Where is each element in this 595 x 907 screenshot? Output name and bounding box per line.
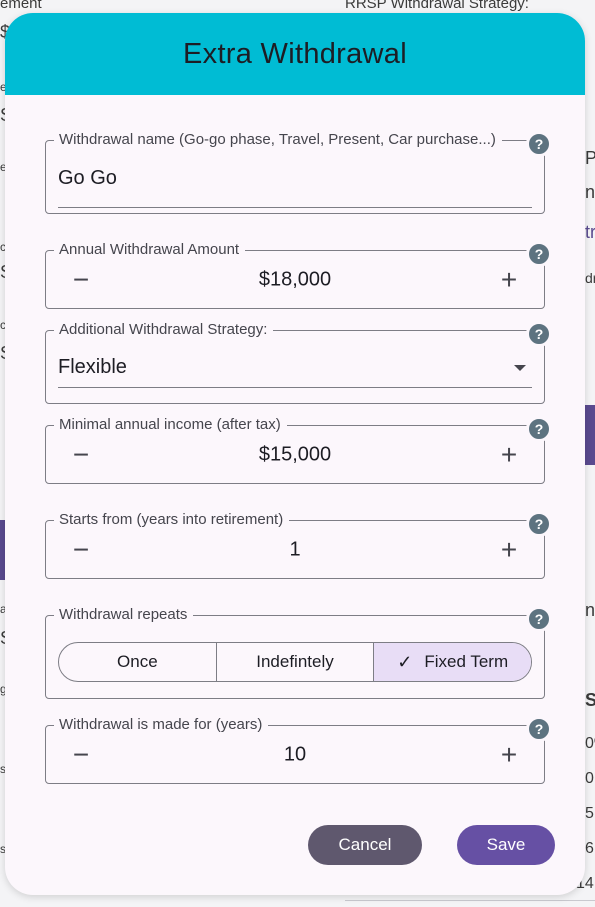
bg-label: nt: [585, 182, 595, 202]
chevron-down-icon[interactable]: [514, 365, 526, 371]
duration-value[interactable]: 10: [46, 743, 544, 766]
annual-amount-label: Annual Withdrawal Amount: [54, 241, 246, 259]
help-icon[interactable]: ?: [526, 606, 552, 632]
save-button-label: Save: [486, 835, 526, 854]
help-icon[interactable]: ?: [526, 716, 552, 742]
withdrawal-name-label: Withdrawal name (Go-go phase, Travel, Pr…: [54, 131, 502, 149]
bg-label: P: [585, 148, 595, 168]
bg-label: dr: [585, 270, 595, 286]
extra-withdrawal-dialog: Extra Withdrawal Withdrawal name (Go-go …: [5, 13, 585, 895]
bg-label: n: [585, 600, 595, 620]
help-icon[interactable]: ?: [526, 131, 552, 157]
bg-label: 0%: [585, 735, 595, 752]
annual-amount-value[interactable]: $18,000: [46, 268, 544, 291]
cancel-button-label: Cancel: [338, 835, 392, 854]
withdrawal-name-field[interactable]: Withdrawal name (Go-go phase, Travel, Pr…: [45, 131, 552, 214]
segment-label: Indefintely: [256, 652, 334, 671]
increment-button[interactable]: +: [494, 534, 524, 565]
dialog-header: Extra Withdrawal: [5, 13, 585, 95]
strategy-label: Additional Withdrawal Strategy:: [54, 321, 274, 339]
bg-label: 6: [585, 840, 594, 857]
starts-from-stepper: Starts from (years into retirement) ? − …: [45, 511, 552, 579]
dialog-title: Extra Withdrawal: [183, 37, 407, 70]
bg-label: SA: [585, 690, 595, 710]
strategy-selected-value[interactable]: Flexible: [58, 356, 127, 379]
segment-once[interactable]: Once: [59, 643, 217, 681]
increment-button[interactable]: +: [494, 439, 524, 470]
check-icon: ✓: [397, 651, 413, 672]
segment-label: Once: [117, 652, 158, 671]
increment-button[interactable]: +: [494, 739, 524, 770]
starts-from-value[interactable]: 1: [46, 538, 544, 561]
annual-amount-stepper: Annual Withdrawal Amount ? − $18,000 +: [45, 241, 552, 309]
repeats-segmented-control: Once Indefintely ✓ Fixed Term: [58, 642, 532, 682]
strategy-dropdown[interactable]: Additional Withdrawal Strategy: ? Flexib…: [45, 321, 552, 404]
bg-label: 0: [585, 770, 594, 787]
cancel-button[interactable]: Cancel: [308, 825, 422, 865]
bg-divider: [345, 900, 595, 901]
bg-label: RRSP Withdrawal Strategy:: [345, 0, 529, 12]
help-icon[interactable]: ?: [526, 511, 552, 537]
bg-button-right: [585, 405, 595, 465]
bg-label: ement: [0, 0, 42, 12]
help-icon[interactable]: ?: [526, 321, 552, 347]
bg-label: tr: [585, 222, 595, 242]
help-icon[interactable]: ?: [526, 416, 552, 442]
segment-fixed-term[interactable]: ✓ Fixed Term: [374, 643, 531, 681]
repeats-label: Withdrawal repeats: [54, 606, 194, 624]
repeats-field: Withdrawal repeats ? Once Indefintely ✓ …: [45, 606, 552, 699]
increment-button[interactable]: +: [494, 264, 524, 295]
input-underline: [58, 207, 532, 208]
input-underline: [58, 387, 532, 388]
duration-label: Withdrawal is made for (years): [54, 716, 269, 734]
save-button[interactable]: Save: [457, 825, 555, 865]
help-icon[interactable]: ?: [526, 241, 552, 267]
duration-stepper: Withdrawal is made for (years) ? − 10 +: [45, 716, 552, 784]
segment-label: Fixed Term: [424, 652, 509, 671]
min-income-label: Minimal annual income (after tax): [54, 416, 287, 434]
min-income-value[interactable]: $15,000: [46, 443, 544, 466]
withdrawal-name-input[interactable]: Go Go: [58, 167, 117, 190]
min-income-stepper: Minimal annual income (after tax) ? − $1…: [45, 416, 552, 484]
bg-label: 5: [585, 805, 594, 822]
starts-from-label: Starts from (years into retirement): [54, 511, 290, 529]
segment-indefinitely[interactable]: Indefintely: [217, 643, 375, 681]
